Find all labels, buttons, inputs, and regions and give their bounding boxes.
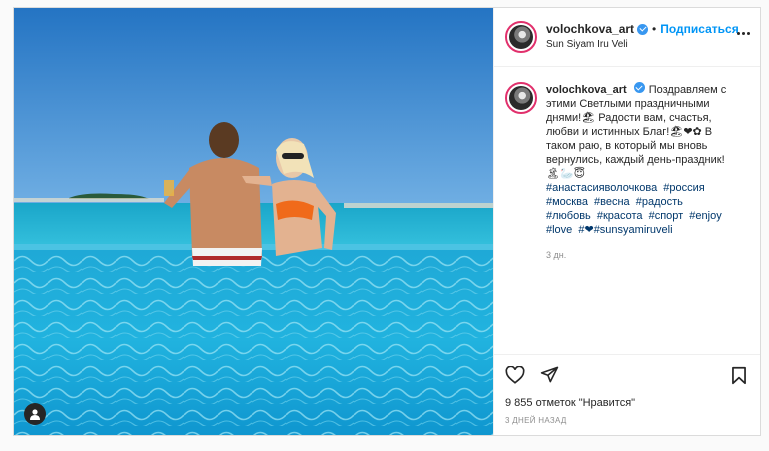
caption-avatar[interactable] (505, 82, 537, 114)
post-date[interactable]: 3 ДНЕЙ НАЗАД (494, 412, 760, 435)
hashtag-list: #анастасияволочкова #россия #москва #вес… (546, 181, 736, 237)
caption-section: volochkova_art Поздравляем с этими Светлы… (494, 67, 760, 354)
avatar[interactable] (505, 21, 537, 53)
likes-count[interactable]: 9 855 отметок "Нравится" (494, 394, 760, 412)
verified-badge-icon (637, 23, 649, 35)
user-tag-icon (30, 409, 40, 420)
user-tags-button[interactable] (24, 403, 46, 425)
post-card: volochkova_art • Подписаться Sun Siyam I… (13, 7, 761, 436)
hashtag-link[interactable]: #love (546, 224, 572, 236)
photo-illustration (14, 8, 493, 435)
save-button[interactable] (728, 364, 750, 386)
like-button[interactable] (504, 364, 526, 386)
hashtag-link[interactable]: #радость (636, 196, 683, 208)
post-photo[interactable] (14, 8, 493, 435)
verified-badge-icon (633, 82, 645, 93)
caption-text-block: volochkova_art Поздравляем с этими Светлы… (546, 82, 736, 181)
paper-plane-icon (540, 366, 558, 383)
comment-time[interactable]: 3 дн. (546, 250, 736, 260)
post-sidebar: volochkova_art • Подписаться Sun Siyam I… (493, 8, 760, 435)
hashtag-link[interactable]: #спорт (649, 210, 684, 222)
header-text: volochkova_art • Подписаться Sun Siyam I… (546, 21, 739, 53)
location-link[interactable]: Sun Siyam Iru Veli (546, 37, 739, 53)
hashtag-link[interactable]: #❤#sunsyamiruveli (578, 224, 672, 236)
username-link[interactable]: volochkova_art (546, 21, 634, 37)
hashtag-link[interactable]: #красота (597, 210, 643, 222)
action-bar (494, 354, 760, 394)
header-user-row: volochkova_art • Подписаться (546, 21, 739, 37)
hashtag-link[interactable]: #весна (594, 196, 630, 208)
heart-icon (505, 365, 525, 384)
hashtag-link[interactable]: #любовь (546, 210, 591, 222)
more-options-icon[interactable] (737, 32, 750, 35)
caption-username[interactable]: volochkova_art (546, 84, 627, 96)
bookmark-icon (732, 366, 746, 384)
follow-separator: • (652, 22, 657, 36)
avatar-image (509, 86, 533, 110)
hashtag-link[interactable]: #москва (546, 196, 588, 208)
caption-text: Поздравляем с этими Светлыми праздничным… (546, 84, 727, 180)
hashtag-link[interactable]: #enjoy (689, 210, 721, 222)
avatar-image (509, 25, 533, 49)
post-header: volochkova_art • Подписаться Sun Siyam I… (494, 8, 760, 67)
follow-button[interactable]: Подписаться (660, 21, 738, 37)
hashtag-link[interactable]: #россия (663, 182, 704, 194)
hashtag-link[interactable]: #анастасияволочкова (546, 182, 657, 194)
caption-wrap: volochkova_art Поздравляем с этими Светлы… (546, 82, 736, 354)
share-button[interactable] (538, 364, 560, 386)
